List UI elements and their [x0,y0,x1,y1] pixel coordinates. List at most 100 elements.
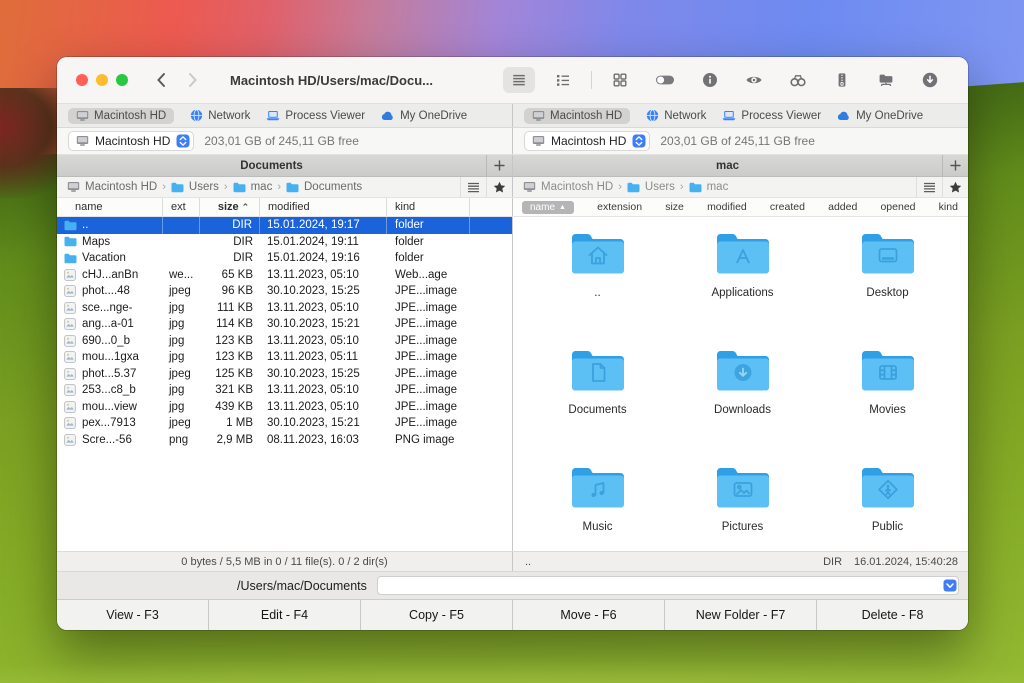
column-view-icon[interactable] [547,67,579,93]
laptop-icon [266,110,280,122]
column-name[interactable]: name [57,198,163,216]
column-kind[interactable]: kind [939,201,958,213]
column-opened[interactable]: opened [880,201,915,213]
image-icon [64,417,77,430]
file-row-ang-a-01[interactable]: ang...a-01 jpg 114 KB 30.10.2023, 15:21 … [57,316,512,333]
column-kind[interactable]: kind [387,198,470,216]
close-button[interactable] [76,74,88,86]
image-icon [64,334,77,347]
favorites-star-icon[interactable] [486,177,512,197]
folder-tile-music[interactable]: Music [525,465,670,533]
list-view-icon[interactable] [503,67,535,93]
file-row-phot-5-37[interactable]: phot...5.37 jpeg 125 KB 30.10.2023, 15:2… [57,366,512,383]
info-icon[interactable] [694,67,726,93]
file-row-690-0-b[interactable]: 690...0_b jpg 123 KB 13.11.2023, 05:10 J… [57,333,512,350]
right-new-tab-button[interactable] [942,155,968,176]
back-icon[interactable] [156,72,166,88]
list-menu-icon[interactable] [916,177,942,197]
download-icon[interactable] [914,67,946,93]
folder-tile-applications[interactable]: Applications [670,231,815,299]
network-share-icon[interactable] [870,67,902,93]
toggle-switch-icon[interactable] [648,67,682,93]
left-new-tab-button[interactable] [486,155,512,176]
folder-tile-downloads[interactable]: Downloads [670,348,815,416]
column-modified[interactable]: modified [707,201,747,213]
column-modified[interactable]: modified [260,198,387,216]
right-drive-selector[interactable]: Macintosh HD [524,131,651,151]
search-binoculars-icon[interactable] [782,67,814,93]
fn-new-folder-f7[interactable]: New Folder - F7 [664,600,816,630]
tab-my-onedrive[interactable]: My OneDrive [381,110,467,122]
column-ext[interactable]: ext [163,198,200,216]
file-row-sce-nge[interactable]: sce...nge- jpg 111 KB 13.11.2023, 05:10 … [57,300,512,317]
command-history-button[interactable] [943,579,957,592]
favorites-star-icon[interactable] [942,177,968,197]
folder-icon [64,236,77,247]
folder-tile-public[interactable]: Public [815,465,960,533]
column-size[interactable]: size [665,201,684,213]
computer-icon [76,110,89,122]
public-folder-icon [860,465,916,513]
forward-icon[interactable] [188,72,198,88]
command-input[interactable] [376,576,959,595]
breadcrumb-mac[interactable]: mac [689,181,728,193]
folder-icon [286,182,299,193]
right-tab-title[interactable]: mac [513,160,942,172]
tab-process-viewer[interactable]: Process Viewer [722,110,821,122]
minimize-button[interactable] [96,74,108,86]
fn-move-f6[interactable]: Move - F6 [512,600,664,630]
left-status-text: 0 bytes / 5,5 MB in 0 / 11 file(s). 0 / … [181,555,388,568]
folder-tile-pictures[interactable]: Pictures [670,465,815,533]
tab-network[interactable]: Network [190,109,250,122]
preview-eye-icon[interactable] [738,67,770,93]
file-row-mou-view[interactable]: mou...view jpg 439 KB 13.11.2023, 05:10 … [57,399,512,416]
column-extension[interactable]: extension [597,201,642,213]
fn-view-f3[interactable]: View - F3 [57,600,208,630]
fn-delete-f8[interactable]: Delete - F8 [816,600,968,630]
tab-my-onedrive[interactable]: My OneDrive [837,110,923,122]
list-menu-icon[interactable] [460,177,486,197]
archive-zip-icon[interactable] [826,67,858,93]
column-added[interactable]: added [828,201,857,213]
tab-macintosh-hd[interactable]: Macintosh HD [68,107,175,124]
left-tab-title[interactable]: Documents [57,160,486,172]
globe-icon [190,109,203,122]
tab-process-viewer[interactable]: Process Viewer [266,110,365,122]
breadcrumb-macintosh-hd[interactable]: Macintosh HD [523,181,613,193]
tab-macintosh-hd[interactable]: Macintosh HD [524,107,631,124]
file-row-item[interactable]: .. DIR 15.01.2024, 19:17 folder [57,217,512,234]
breadcrumb-users[interactable]: Users [627,181,675,193]
document-folder-icon [570,348,626,396]
image-icon [64,384,77,397]
fn-copy-f5[interactable]: Copy - F5 [360,600,512,630]
folder-tile-documents[interactable]: Documents [525,348,670,416]
file-row-scre-56[interactable]: Scre...-56 png 2,9 MB 08.11.2023, 16:03 … [57,432,512,449]
column-name[interactable]: name ▲ [522,200,574,214]
file-row-253-c8-b[interactable]: 253...c8_b jpg 321 KB 13.11.2023, 05:10 … [57,382,512,399]
folder-tile-item[interactable]: .. [525,231,670,299]
file-row-maps[interactable]: Maps DIR 15.01.2024, 19:11 folder [57,234,512,251]
folder-tile-desktop[interactable]: Desktop [815,231,960,299]
column-created[interactable]: created [770,201,805,213]
zoom-button[interactable] [116,74,128,86]
file-row-chj-anbn[interactable]: cHJ...anBn we... 65 KB 13.11.2023, 05:10… [57,267,512,284]
breadcrumb-users[interactable]: Users [171,181,219,193]
column-size[interactable]: size ⌃ [200,198,260,216]
function-button-row: View - F3 Edit - F4 Copy - F5 Move - F6 … [57,599,968,630]
picture-folder-icon [715,465,771,513]
file-row-vacation[interactable]: Vacation DIR 15.01.2024, 19:16 folder [57,250,512,267]
breadcrumb-mac[interactable]: mac [233,181,272,193]
grid-view-icon[interactable] [604,67,636,93]
breadcrumb-macintosh-hd[interactable]: Macintosh HD [67,181,157,193]
file-row-phot-48[interactable]: phot....48 jpeg 96 KB 30.10.2023, 15:25 … [57,283,512,300]
tab-network[interactable]: Network [646,109,706,122]
content-row: .. DIR 15.01.2024, 19:17 folder Maps DIR… [57,217,968,551]
breadcrumb-documents[interactable]: Documents [286,181,362,193]
breadcrumb-row: Macintosh HD › Users › mac › Documents M… [57,177,968,198]
computer-icon [532,135,545,147]
left-drive-selector[interactable]: Macintosh HD [68,131,195,151]
file-row-pex-7913[interactable]: pex...7913 jpeg 1 MB 30.10.2023, 15:21 J… [57,415,512,432]
file-row-mou-1gxa[interactable]: mou...1gxa jpg 123 KB 13.11.2023, 05:11 … [57,349,512,366]
fn-edit-f4[interactable]: Edit - F4 [208,600,360,630]
folder-tile-movies[interactable]: Movies [815,348,960,416]
